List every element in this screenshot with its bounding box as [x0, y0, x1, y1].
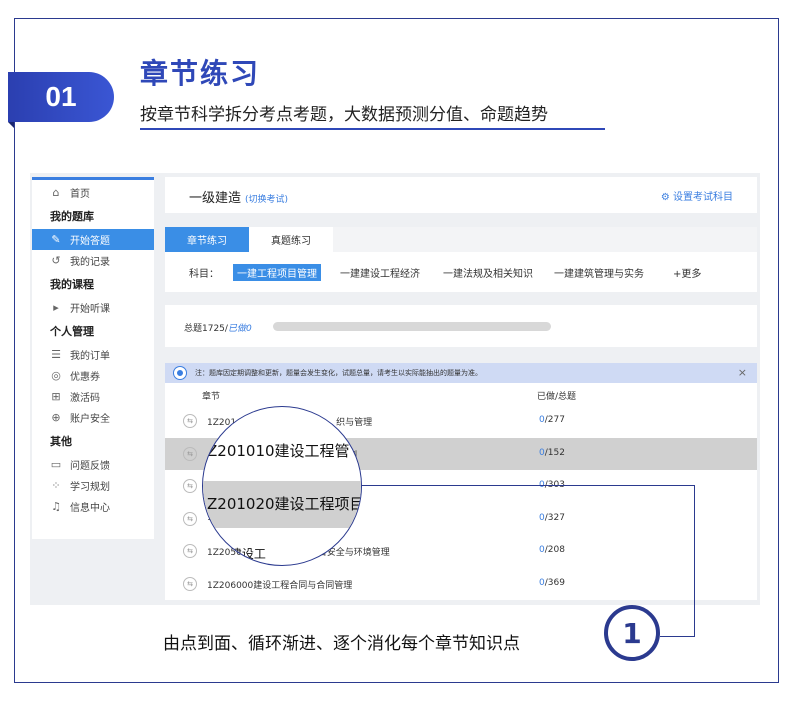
history-icon: ↺ [51, 254, 61, 267]
sidebar-group-question-bank: 我的题库 [50, 210, 94, 223]
callout-line [362, 485, 694, 486]
switch-exam-link[interactable]: (切换考试) [245, 195, 288, 205]
callout-line [660, 636, 695, 637]
info-icon [174, 367, 186, 379]
sidebar-group-courses: 我的课程 [50, 278, 94, 291]
callout-caption: 由点到面、循环渐进、逐个消化每个章节知识点 [163, 634, 520, 654]
order-icon: ☰ [51, 348, 61, 361]
chapter-icon: ⇆ [183, 511, 197, 526]
settings-link[interactable]: ⚙ 设置考试科目 [661, 188, 733, 203]
bell-icon: ♫ [51, 500, 61, 513]
coupon-icon: ◎ [51, 369, 61, 382]
subject-option[interactable]: 一建法规及相关知识 [443, 265, 533, 280]
section-title: 章节练习 [140, 57, 261, 90]
progress-panel: 总题1725/已做0 [165, 305, 757, 347]
gear-icon: ⚙ [660, 192, 673, 203]
exam-title: 一级建造 (切换考试) [189, 191, 289, 206]
edit-icon: ✎ [51, 233, 61, 246]
table-header: 章节 已做/总题 [165, 383, 757, 405]
section-badge: 01 [8, 72, 114, 122]
notice-banner: 注：题库因定期调整和更新，题量会发生变化，试题总量，请考生以实际能抽出的题量为准… [165, 363, 757, 383]
sidebar-item-study-plan[interactable]: ⁘ 学习规划 [32, 475, 154, 496]
table-row[interactable]: ⇆ 1Z206000建设工程合同与合同管理 0/369 [165, 568, 757, 601]
tab-real-exam[interactable]: 真题练习 [249, 227, 333, 252]
sidebar-item-start-answer[interactable]: ✎ 开始答题 [32, 229, 154, 250]
sidebar-group-other: 其他 [50, 435, 72, 448]
sidebar-item-security[interactable]: ⊕ 账户安全 [32, 407, 154, 428]
magnified-text: Z201020建设工程项目 [207, 495, 362, 513]
progress-label: 总题1725/已做0 [184, 324, 252, 334]
subject-option[interactable]: 一建建筑管理与实务 [554, 265, 644, 280]
chapter-icon: ⇆ [183, 414, 197, 428]
sidebar: ⌂ 首页 我的题库 ✎ 开始答题 ↺ 我的记录 我的课程 ▸ 开始听课 个人管理 ☰ 我的… [32, 177, 154, 539]
subject-option[interactable]: 一建建设工程经济 [340, 265, 420, 280]
column-chapter: 章节 [202, 392, 221, 402]
chat-icon: ▭ [50, 458, 62, 471]
progress-bar [273, 322, 551, 331]
column-count: 已做/总题 [537, 392, 577, 402]
chapter-icon: ⇆ [183, 446, 197, 461]
play-icon: ▸ [53, 301, 59, 314]
sidebar-item-activation[interactable]: ⊞ 激活码 [32, 386, 154, 407]
home-icon: ⌂ [52, 186, 60, 199]
sidebar-item-start-listen[interactable]: ▸ 开始听课 [32, 297, 154, 318]
sidebar-item-orders[interactable]: ☰ 我的订单 [32, 344, 154, 365]
subject-label: 科目： [189, 269, 219, 280]
shield-icon: ⊕ [51, 411, 61, 424]
badge-fold [8, 122, 14, 128]
tab-bar: 章节练习 真题练习 [165, 227, 757, 252]
sidebar-item-home[interactable]: ⌂ 首页 [32, 182, 154, 203]
section-subtitle: 按章节科学拆分考点考题，大数据预测分值、命题趋势 [140, 105, 548, 125]
chapter-icon: ⇆ [183, 544, 197, 558]
magnified-text: Z201010建设工程管 [207, 442, 350, 460]
close-icon[interactable]: × [738, 366, 747, 379]
top-bar: 一级建造 (切换考试) ⚙ 设置考试科目 [165, 177, 757, 213]
chapter-icon: ⇆ [183, 576, 197, 591]
grid-icon: ⁘ [51, 479, 61, 492]
sidebar-item-feedback[interactable]: ▭ 问题反馈 [32, 454, 154, 475]
subject-filter: 科目： 一建工程项目管理 一建建设工程经济 一建法规及相关知识 一建建筑管理与实… [165, 252, 757, 292]
sidebar-item-my-records[interactable]: ↺ 我的记录 [32, 250, 154, 271]
magnifier-lens: Z201010建设工程管 Z201020建设工程项目 030建设工 [202, 406, 362, 566]
sidebar-group-personal: 个人管理 [50, 325, 94, 338]
sidebar-item-messages[interactable]: ♫ 信息中心 [32, 496, 154, 517]
callout-number: 1 [604, 605, 660, 661]
gift-icon: ⊞ [51, 390, 61, 403]
subtitle-underline [140, 128, 605, 130]
chapter-icon: ⇆ [183, 479, 197, 493]
callout-line [694, 485, 695, 637]
sidebar-item-coupons[interactable]: ◎ 优惠券 [32, 365, 154, 386]
magnified-text: 030建设工 [207, 547, 266, 561]
more-subjects-link[interactable]: +更多 [673, 265, 701, 280]
tab-chapter-practice[interactable]: 章节练习 [165, 227, 249, 252]
subject-option[interactable]: 一建工程项目管理 [233, 264, 321, 281]
